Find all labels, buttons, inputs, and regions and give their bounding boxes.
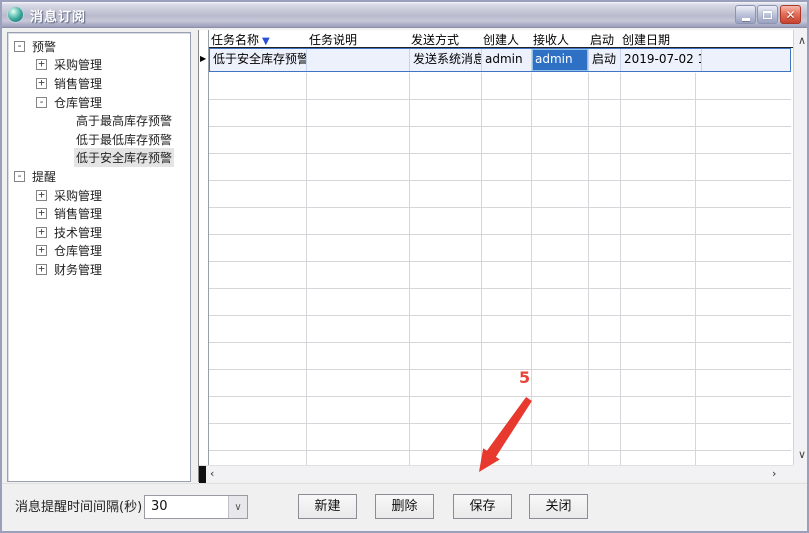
column-header-receiver[interactable]: 接收人 [533, 31, 569, 48]
expand-icon[interactable]: + [36, 78, 47, 89]
close-dialog-button[interactable]: 关闭 [529, 494, 588, 519]
cell-start[interactable]: 启动 [589, 49, 621, 71]
scroll-right-icon[interactable]: › [772, 467, 776, 480]
tree-item-purchase-mgmt-2[interactable]: +采购管理 [10, 186, 188, 205]
footer-bar: 消息提醒时间间隔(秒) 30 ∨ 新建 删除 保存 关闭 [2, 483, 807, 531]
scroll-up-icon[interactable]: ∧ [794, 34, 809, 47]
collapse-icon[interactable]: - [14, 41, 25, 52]
save-button[interactable]: 保存 [453, 494, 512, 519]
column-header-creator[interactable]: 创建人 [483, 31, 519, 48]
scrollbar-corner-block [199, 466, 206, 483]
current-row-marker-icon: ▶ [200, 54, 206, 63]
collapse-icon[interactable]: - [14, 171, 25, 182]
table-row[interactable]: 低于安全库存预警 发送系统消息 admin admin 启动 2019-07-0… [209, 48, 791, 72]
tree-item-tech-mgmt[interactable]: +技术管理 [10, 223, 188, 242]
tree-item-below-min-stock[interactable]: 低于最低库存预警 [10, 130, 188, 149]
close-button[interactable]: ✕ [780, 5, 801, 24]
expand-icon[interactable]: + [36, 227, 47, 238]
new-button[interactable]: 新建 [298, 494, 357, 519]
maximize-icon [763, 11, 772, 19]
tree-item-warehouse-mgmt-2[interactable]: +仓库管理 [10, 242, 188, 261]
expand-icon[interactable]: + [36, 59, 47, 70]
cell-task-desc[interactable] [307, 49, 410, 71]
collapse-icon[interactable]: - [36, 97, 47, 108]
row-indicator-column [199, 30, 209, 465]
tree-item-below-safe-stock[interactable]: 低于安全库存预警 [10, 149, 188, 168]
cell-send-method[interactable]: 发送系统消息 [410, 49, 482, 71]
interval-label: 消息提醒时间间隔(秒) [15, 496, 142, 515]
combo-dropdown-button[interactable]: ∨ [228, 496, 247, 518]
scroll-down-icon[interactable]: ∨ [794, 448, 809, 461]
interval-value: 30 [151, 499, 168, 514]
expand-icon[interactable]: + [36, 264, 47, 275]
scrollbar-corner [793, 465, 809, 482]
tree-item-sales-mgmt[interactable]: +销售管理 [10, 74, 188, 93]
tree-item-sales-mgmt-2[interactable]: +销售管理 [10, 204, 188, 223]
maximize-button[interactable] [757, 5, 778, 24]
close-icon: ✕ [785, 9, 795, 21]
column-header-task-name[interactable]: 任务名称▼ [211, 31, 270, 48]
cell-receiver-selected[interactable]: admin [532, 49, 589, 71]
delete-button[interactable]: 删除 [375, 494, 434, 519]
column-header-create-date[interactable]: 创建日期 [622, 31, 670, 48]
cell-task-name[interactable]: 低于安全库存预警 [210, 49, 307, 71]
vertical-scrollbar[interactable]: ∧ ∨ [793, 30, 809, 465]
cell-creator[interactable]: admin [482, 49, 532, 71]
globe-icon [8, 7, 23, 22]
expand-icon[interactable]: + [36, 190, 47, 201]
message-subscription-dialog: 消息订阅 ✕ -预警 +采购管理 +销售管理 -仓库管理 高于最高库存预警 低于… [0, 0, 809, 533]
task-grid: 任务名称▼ 任务说明 发送方式 创建人 接收人 启动 创建日期 ▶ 低于安全库存… [198, 30, 809, 482]
tree-item-purchase-mgmt[interactable]: +采购管理 [10, 56, 188, 75]
title-bar[interactable]: 消息订阅 ✕ [2, 2, 807, 28]
grid-header-row: 任务名称▼ 任务说明 发送方式 创建人 接收人 启动 创建日期 [199, 30, 793, 48]
annotation-step-number: 5 [519, 368, 530, 387]
category-tree: -预警 +采购管理 +销售管理 -仓库管理 高于最高库存预警 低于最低库存预警 … [7, 32, 191, 482]
tree-item-warehouse-mgmt[interactable]: -仓库管理 [10, 93, 188, 112]
chevron-down-icon: ∨ [234, 502, 241, 513]
cell-create-date[interactable]: 2019-07-02 1 [621, 49, 702, 71]
horizontal-scrollbar[interactable]: ‹ › [199, 465, 793, 482]
window-title: 消息订阅 [30, 6, 86, 25]
tree-item-warning[interactable]: -预警 [10, 37, 188, 56]
tree-item-reminder[interactable]: -提醒 [10, 167, 188, 186]
column-header-task-desc[interactable]: 任务说明 [309, 31, 357, 48]
interval-select[interactable]: 30 ∨ [144, 495, 248, 519]
column-header-send-method[interactable]: 发送方式 [411, 31, 459, 48]
scroll-left-icon[interactable]: ‹ [210, 467, 214, 480]
expand-icon[interactable]: + [36, 245, 47, 256]
expand-icon[interactable]: + [36, 208, 47, 219]
minimize-icon [742, 18, 750, 21]
tree-item-finance-mgmt[interactable]: +财务管理 [10, 260, 188, 279]
minimize-button[interactable] [735, 5, 756, 24]
column-header-start[interactable]: 启动 [590, 31, 614, 48]
tree-item-above-max-stock[interactable]: 高于最高库存预警 [10, 111, 188, 130]
grid-empty-rows [209, 73, 791, 465]
sort-desc-icon: ▼ [262, 36, 270, 47]
